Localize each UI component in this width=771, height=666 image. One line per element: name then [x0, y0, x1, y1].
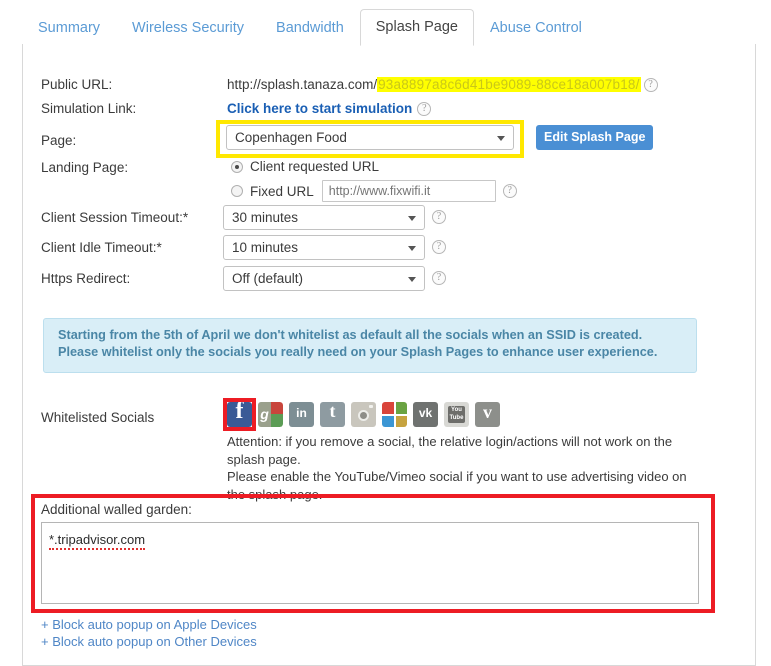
landing-page-label: Landing Page:	[41, 160, 129, 175]
help-icon[interactable]: ?	[502, 184, 517, 198]
https-redirect-row-label: Https Redirect:	[41, 271, 130, 286]
landing-fixed-option[interactable]: Fixed URL ?	[231, 180, 517, 202]
chevron-down-icon	[497, 135, 505, 141]
attention-line-3: Please enable the YouTube/Vimeo social i…	[227, 469, 687, 484]
block-popup-apple-link[interactable]: + Block auto popup on Apple Devices	[41, 616, 257, 633]
attention-line-4: the splash page.	[227, 486, 323, 502]
idle-timeout-value: 10 minutes	[232, 240, 299, 255]
vimeo-icon[interactable]	[475, 402, 500, 427]
social-icon-list: g YouTube	[227, 402, 500, 427]
linkedin-icon[interactable]	[289, 402, 314, 427]
page-select-row-label: Page:	[41, 133, 76, 148]
https-redirect-select[interactable]: Off (default)	[223, 266, 425, 291]
idle-timeout-label: Client Idle Timeout:*	[41, 240, 162, 255]
session-timeout-label: Client Session Timeout:*	[41, 210, 189, 225]
notice-line-2: Please whitelist only the socials you re…	[58, 345, 658, 359]
google-plus-icon[interactable]: g	[258, 402, 283, 427]
whitelisted-socials-row-label: Whitelisted Socials	[41, 410, 154, 425]
page-select[interactable]: Copenhagen Food	[226, 125, 514, 150]
chevron-down-icon	[408, 215, 416, 221]
fixed-url-input[interactable]	[321, 180, 496, 202]
vk-icon[interactable]	[413, 402, 438, 427]
attention-line-2: splash page.	[227, 451, 301, 467]
tab-label: Splash Page	[375, 19, 458, 35]
tab-summary[interactable]: Summary	[22, 10, 116, 46]
bottom-link-list: + Block auto popup on Apple Devices + Bl…	[41, 616, 257, 650]
radio-client-requested-url-label: Client requested URL	[250, 159, 380, 174]
radio-fixed-url-label: Fixed URL	[250, 183, 314, 199]
radio-client-requested-url[interactable]	[231, 160, 243, 173]
help-icon[interactable]: ?	[432, 210, 446, 224]
page-select-value: Copenhagen Food	[235, 130, 347, 145]
block-popup-other-link[interactable]: + Block auto popup on Other Devices	[41, 633, 257, 650]
https-redirect-value: Off (default)	[232, 271, 304, 286]
public-url-label: Public URL:	[41, 77, 113, 92]
simulation-link-value: Click here to start simulation ?	[227, 101, 432, 116]
walled-garden-textarea[interactable]	[41, 522, 699, 604]
public-url-row: Public URL:	[41, 77, 112, 92]
tab-label: Bandwidth	[276, 20, 344, 36]
radio-fixed-url[interactable]	[231, 185, 243, 197]
whitelisted-socials-label: Whitelisted Socials	[41, 410, 155, 425]
walled-garden-label: Additional walled garden:	[41, 502, 192, 517]
tab-label: Abuse Control	[490, 20, 582, 36]
public-url-prefix: http://splash.tanaza.com/	[227, 77, 378, 92]
socials-attention-text: Attention: if you remove a social, the r…	[227, 433, 707, 503]
attention-line-1: Attention: if you remove a social, the r…	[227, 434, 673, 449]
help-icon[interactable]: ?	[417, 101, 432, 116]
facebook-icon[interactable]	[227, 402, 252, 427]
notice-line-1: Starting from the 5th of April we don't …	[58, 328, 643, 342]
simulation-link-row: Simulation Link:	[41, 101, 136, 116]
idle-timeout-row-label: Client Idle Timeout:*	[41, 240, 162, 255]
https-redirect-label: Https Redirect:	[41, 271, 131, 286]
session-timeout-row-label: Client Session Timeout:*	[41, 210, 188, 225]
session-timeout-value: 30 minutes	[232, 210, 299, 225]
tab-label: Wireless Security	[132, 20, 245, 36]
edit-splash-page-button[interactable]: Edit Splash Page	[536, 125, 654, 150]
simulation-link-label: Simulation Link:	[41, 101, 137, 116]
tab-abuse-control[interactable]: Abuse Control	[474, 10, 598, 46]
tab-splash-page[interactable]: Splash Page	[359, 9, 474, 46]
public-url-value: http://splash.tanaza.com/ 93a8897a8c6d41…	[227, 77, 658, 92]
start-simulation-link[interactable]: Click here to start simulation	[227, 101, 412, 116]
session-timeout-select[interactable]: 30 minutes	[223, 205, 425, 230]
page-label: Page:	[41, 133, 77, 148]
public-url-redacted: 93a8897a8c6d41be9089-88ce18a007b18/	[377, 77, 641, 92]
twitter-icon[interactable]	[320, 402, 345, 427]
instagram-icon[interactable]	[351, 402, 376, 427]
help-icon[interactable]: ?	[432, 240, 446, 254]
idle-timeout-select[interactable]: 10 minutes	[223, 235, 425, 260]
chevron-down-icon	[408, 276, 416, 282]
help-icon[interactable]: ?	[432, 271, 446, 285]
splash-page-settings-screen: Summary Wireless Security Bandwidth Spla…	[0, 0, 771, 666]
help-icon[interactable]: ?	[643, 77, 658, 92]
walled-garden-section: Additional walled garden:	[41, 502, 699, 609]
splash-page-panel: Public URL: http://splash.tanaza.com/ 93…	[22, 44, 756, 666]
landing-page-row-label: Landing Page:	[41, 160, 128, 175]
tab-bandwidth[interactable]: Bandwidth	[260, 10, 360, 46]
landing-client-option[interactable]: Client requested URL	[231, 159, 379, 174]
chevron-down-icon	[408, 245, 416, 251]
whitelist-notice-box: Starting from the 5th of April we don't …	[43, 318, 697, 373]
tab-bar: Summary Wireless Security Bandwidth Spla…	[0, 0, 771, 46]
tab-wireless-security[interactable]: Wireless Security	[116, 10, 260, 46]
youtube-icon[interactable]: You Tube	[444, 402, 469, 427]
tab-label: Summary	[38, 20, 101, 36]
microsoft-icon[interactable]	[382, 402, 407, 427]
